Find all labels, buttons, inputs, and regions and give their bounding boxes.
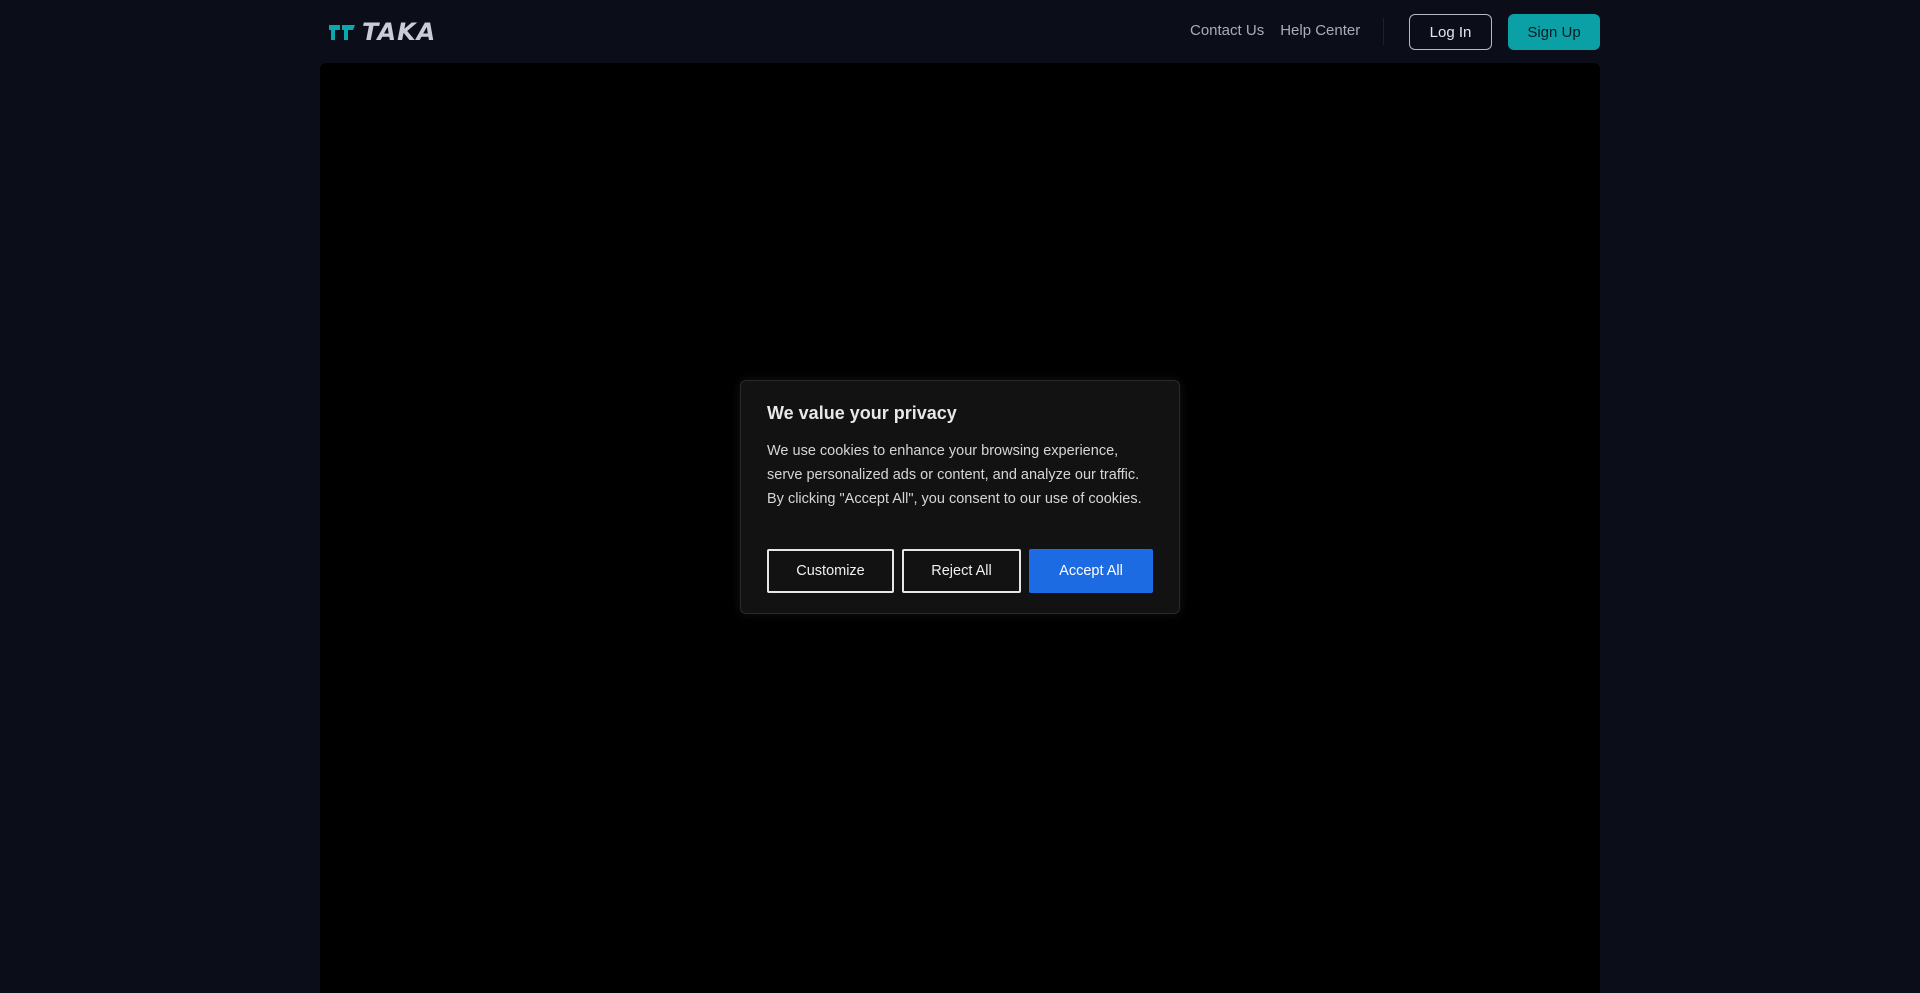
log-in-button[interactable]: Log In (1409, 14, 1492, 50)
nav-divider (1383, 18, 1384, 45)
reject-all-button[interactable]: Reject All (902, 549, 1021, 593)
taka-logo-icon (328, 22, 356, 42)
brand-logo[interactable]: TAKA (328, 18, 437, 46)
help-center-link[interactable]: Help Center (1280, 22, 1360, 39)
accept-all-button[interactable]: Accept All (1029, 549, 1153, 593)
cookie-dialog-title: We value your privacy (767, 403, 957, 423)
top-navigation-bar: TAKA Contact Us Help Center Log In Sign … (0, 0, 1920, 63)
customize-button[interactable]: Customize (767, 549, 894, 593)
cookie-button-group: Customize Reject All Accept All (767, 549, 1153, 593)
header-nav: Contact Us Help Center (1190, 22, 1360, 39)
contact-us-link[interactable]: Contact Us (1190, 22, 1264, 39)
cookie-consent-dialog: We value your privacy We use cookies to … (740, 380, 1180, 614)
cookie-dialog-text: We use cookies to enhance your browsing … (767, 443, 1142, 507)
sign-up-button[interactable]: Sign Up (1508, 14, 1600, 50)
brand-name: TAKA (362, 18, 437, 46)
